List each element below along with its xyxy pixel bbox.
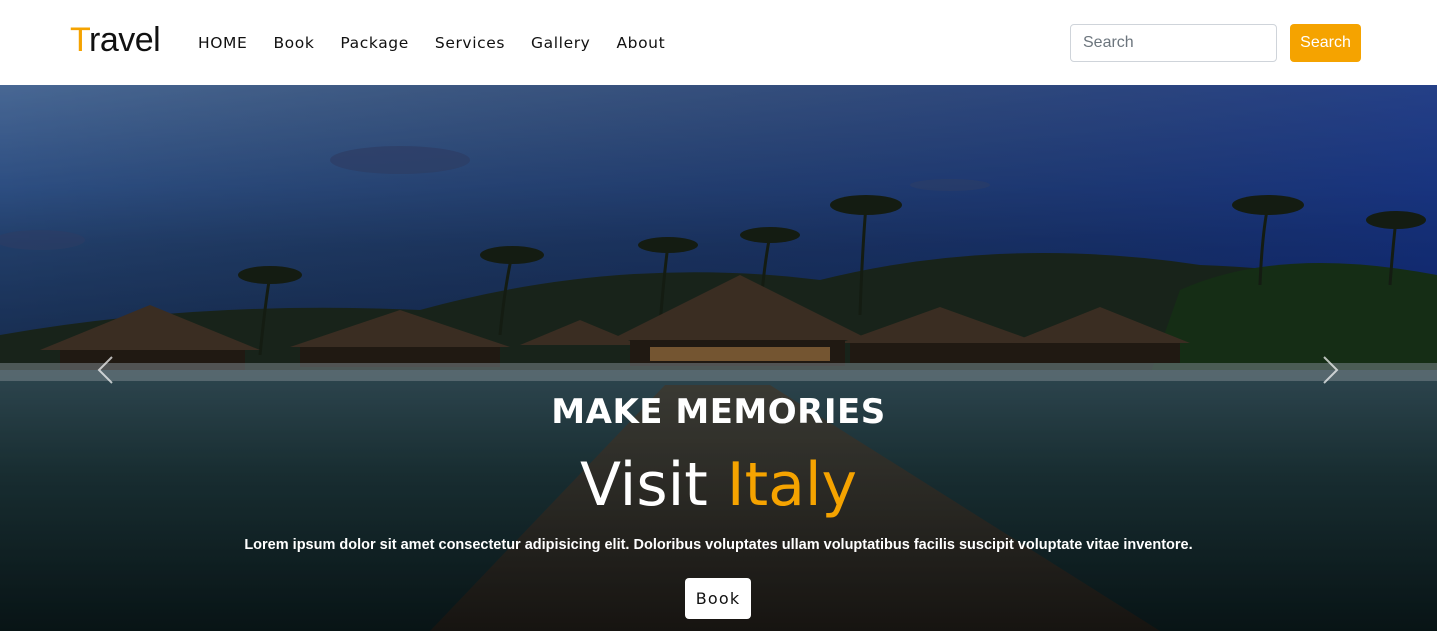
chevron-right-icon[interactable]: [1318, 355, 1342, 385]
nav-link-gallery[interactable]: Gallery: [531, 32, 590, 54]
hero-kicker: MAKE MEMORIES: [551, 392, 886, 432]
hero-book-button[interactable]: Book: [685, 578, 751, 619]
main-nav: HOME Book Package Services Gallery About: [198, 32, 691, 54]
brand-first-letter: T: [70, 21, 90, 59]
nav-link-home[interactable]: HOME: [198, 32, 247, 54]
hero-carousel: MAKE MEMORIES Visit Italy Lorem ipsum do…: [0, 85, 1437, 631]
nav-link-about[interactable]: About: [616, 32, 665, 54]
search-input[interactable]: [1070, 24, 1277, 62]
hero-title-main: Visit: [579, 450, 708, 520]
hero-title-accent: Italy: [726, 450, 858, 520]
nav-link-book[interactable]: Book: [273, 32, 314, 54]
chevron-left-icon[interactable]: [94, 355, 118, 385]
nav-link-services[interactable]: Services: [435, 32, 505, 54]
nav-link-package[interactable]: Package: [340, 32, 408, 54]
navbar: Travel HOME Book Package Services Galler…: [0, 0, 1437, 85]
search-button[interactable]: Search: [1290, 24, 1361, 62]
hero-description: Lorem ipsum dolor sit amet consectetur a…: [244, 537, 1193, 553]
brand-logo[interactable]: Travel: [70, 20, 161, 60]
hero-title: Visit Italy: [0, 449, 1437, 521]
brand-rest: ravel: [89, 21, 161, 59]
